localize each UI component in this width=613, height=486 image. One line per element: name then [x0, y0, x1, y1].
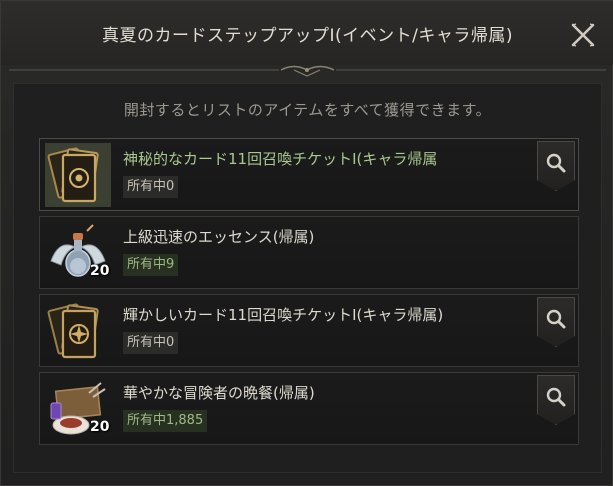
magnifier-icon [546, 309, 566, 329]
item-name: 神秘的なカード11回召喚チケットⅠ(キャラ帰属 [123, 150, 438, 168]
ornament-divider [9, 65, 606, 77]
list-item[interactable]: 20 華やかな冒険者の晩餐(帰属) 所有中1,885 [39, 372, 579, 445]
item-search-button[interactable] [537, 141, 575, 191]
radiant-card-ticket-icon [45, 299, 111, 363]
item-quantity: 20 [90, 263, 110, 279]
magnifier-icon [546, 153, 566, 173]
item-name: 華やかな冒険者の晩餐(帰属) [123, 384, 315, 402]
mystic-card-ticket-icon [45, 143, 111, 207]
item-name: 上級迅速のエッセンス(帰属) [123, 228, 315, 246]
owned-count: 所有中0 [123, 176, 179, 198]
list-item[interactable]: 神秘的なカード11回召喚チケットⅠ(キャラ帰属 所有中0 [39, 138, 579, 211]
owned-count: 所有中9 [123, 254, 179, 276]
owned-count: 所有中0 [123, 332, 179, 354]
dialog-title: 真夏のカードステップアップⅠ(イベント/キャラ帰属) [101, 26, 513, 46]
list-item[interactable]: 輝かしいカード11回召喚チケットⅠ(キャラ帰属) 所有中0 [39, 294, 579, 367]
close-icon [571, 23, 595, 47]
dialog-description: 開封するとリストのアイテムをすべて獲得できます。 [123, 101, 492, 119]
reward-list-dialog: 真夏のカードステップアップⅠ(イベント/キャラ帰属) 開封するとリストのアイテム… [0, 0, 613, 486]
item-quantity: 20 [90, 419, 110, 435]
item-search-button[interactable] [537, 297, 575, 347]
item-name: 輝かしいカード11回召喚チケットⅠ(キャラ帰属) [123, 306, 444, 324]
owned-count: 所有中1,885 [123, 410, 208, 432]
list-item[interactable]: 20 上級迅速のエッセンス(帰属) 所有中9 [39, 216, 579, 289]
magnifier-icon [546, 387, 566, 407]
close-button[interactable] [567, 19, 599, 51]
item-search-button[interactable] [537, 375, 575, 425]
